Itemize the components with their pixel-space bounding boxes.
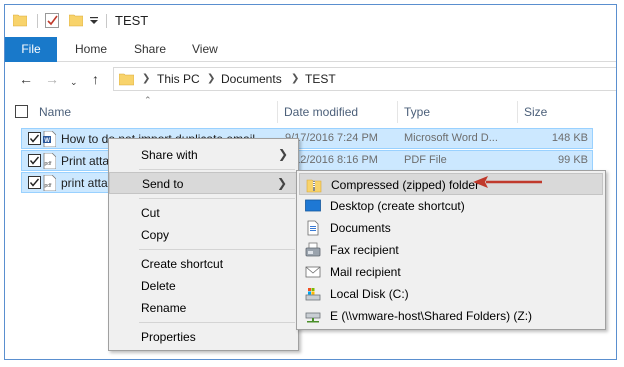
menu-item-label: Properties <box>141 330 196 344</box>
row-checkbox[interactable] <box>28 176 41 189</box>
svg-text:pdf: pdf <box>45 183 53 189</box>
menu-item-cut[interactable]: Cut <box>109 202 298 224</box>
file-name: print atta <box>61 176 108 190</box>
send-to-compressed-folder[interactable]: Compressed (zipped) folder <box>299 173 603 195</box>
forward-arrow-icon[interactable]: → <box>45 72 59 86</box>
svg-text:W: W <box>44 138 50 144</box>
context-menu: Share with ❯ Send to ❯ Cut Copy Create s… <box>108 138 299 351</box>
column-headers: ⌃ Name Date modified Type Size <box>5 95 616 125</box>
breadcrumb-chevron-icon[interactable]: ❯ <box>142 73 150 84</box>
send-to-local-disk[interactable]: Local Disk (C:) <box>299 283 603 305</box>
menu-item-send-to[interactable]: Send to ❯ <box>109 172 298 194</box>
column-header-type[interactable]: Type <box>404 105 430 119</box>
pdf-file-icon: pdf <box>43 175 56 191</box>
breadcrumb-documents[interactable]: Documents <box>221 72 282 86</box>
menu-item-copy[interactable]: Copy <box>109 224 298 246</box>
network-drive-icon <box>305 312 321 323</box>
menu-item-label: Create shortcut <box>141 257 224 271</box>
title-separator <box>106 14 107 28</box>
local-disk-icon <box>305 288 321 301</box>
customize-toolbar-dropdown-icon[interactable] <box>90 17 98 25</box>
menu-item-properties[interactable]: Properties <box>109 326 298 348</box>
table-row[interactable]: pdf Print atta 9/12/2016 8:16 PM PDF Fil… <box>21 150 593 171</box>
address-bar[interactable]: ❯ This PC ❯ Documents ❯ TEST <box>113 67 616 91</box>
submenu-item-label: Fax recipient <box>330 243 399 257</box>
mail-icon <box>305 266 321 278</box>
send-to-fax-recipient[interactable]: Fax recipient <box>299 239 603 261</box>
title-bar: TEST <box>5 5 616 37</box>
breadcrumb-chevron-icon[interactable]: ❯ <box>291 73 299 84</box>
breadcrumb-test[interactable]: TEST <box>305 72 336 86</box>
sort-ascending-icon: ⌃ <box>144 95 152 105</box>
submenu-arrow-icon: ❯ <box>277 147 288 161</box>
submenu-item-label: Desktop (create shortcut) <box>330 199 465 213</box>
table-row[interactable]: W How to do not import duplicate email 9… <box>21 128 593 149</box>
row-checkbox[interactable] <box>28 132 41 145</box>
row-checkbox[interactable] <box>28 154 41 167</box>
submenu-item-label: Mail recipient <box>330 265 401 279</box>
folder-icon <box>119 73 134 86</box>
column-divider[interactable] <box>277 101 278 123</box>
submenu-arrow-icon: ❯ <box>276 176 287 190</box>
send-to-desktop[interactable]: Desktop (create shortcut) <box>299 195 603 217</box>
column-divider[interactable] <box>517 101 518 123</box>
fax-icon <box>305 242 321 257</box>
menu-item-create-shortcut[interactable]: Create shortcut <box>109 253 298 275</box>
folder-icon <box>13 14 27 27</box>
address-row: ← → ⌄ ↑ ❯ This PC ❯ Documents ❯ TEST <box>5 65 616 93</box>
titlebar-separator <box>37 14 38 28</box>
column-header-size[interactable]: Size <box>524 105 547 119</box>
send-to-submenu: Compressed (zipped) folder Desktop (crea… <box>296 170 606 330</box>
menu-item-delete[interactable]: Delete <box>109 275 298 297</box>
menu-separator <box>139 249 295 250</box>
tab-file[interactable]: File <box>5 37 57 62</box>
new-folder-icon[interactable] <box>69 13 83 27</box>
select-all-checkbox[interactable] <box>15 105 28 118</box>
file-type: PDF File <box>404 154 447 166</box>
column-divider[interactable] <box>397 101 398 123</box>
tab-view[interactable]: View <box>192 37 218 62</box>
documents-icon <box>307 220 319 236</box>
svg-text:pdf: pdf <box>45 161 53 167</box>
menu-item-label: Rename <box>141 301 187 315</box>
window-title: TEST <box>115 13 149 28</box>
file-name: Print atta <box>61 154 110 168</box>
file-size: 148 KB <box>551 132 588 144</box>
recent-locations-chevron-icon[interactable]: ⌄ <box>70 75 78 89</box>
tab-share[interactable]: Share <box>134 37 166 62</box>
menu-item-label: Delete <box>141 279 176 293</box>
desktop-icon <box>305 199 321 212</box>
menu-item-rename[interactable]: Rename <box>109 297 298 319</box>
tab-home[interactable]: Home <box>75 37 107 62</box>
pdf-file-icon: pdf <box>43 153 56 169</box>
menu-item-label: Copy <box>141 228 170 242</box>
submenu-item-label: Documents <box>330 221 391 235</box>
menu-item-label: Share with <box>141 148 198 162</box>
submenu-item-label: Local Disk (C:) <box>330 287 409 301</box>
up-arrow-icon[interactable]: ↑ <box>92 72 99 86</box>
menu-separator <box>139 198 295 199</box>
zip-folder-icon <box>306 179 322 193</box>
breadcrumb-chevron-icon[interactable]: ❯ <box>207 73 215 84</box>
send-to-mail-recipient[interactable]: Mail recipient <box>299 261 603 283</box>
menu-separator <box>139 169 295 170</box>
menu-item-label: Send to <box>142 177 184 191</box>
send-to-network-drive[interactable]: E (\\vmware-host\Shared Folders) (Z:) <box>299 305 603 327</box>
file-type: Microsoft Word D... <box>404 132 498 144</box>
ribbon-tabs: File Home Share View <box>5 37 616 62</box>
send-to-documents[interactable]: Documents <box>299 217 603 239</box>
column-header-date-modified[interactable]: Date modified <box>284 105 358 119</box>
submenu-item-label: Compressed (zipped) folder <box>331 178 480 192</box>
menu-item-share-with[interactable]: Share with ❯ <box>109 144 298 166</box>
file-size: 99 KB <box>558 154 588 166</box>
submenu-item-label: E (\\vmware-host\Shared Folders) (Z:) <box>330 309 533 323</box>
properties-quick-access-icon[interactable] <box>45 13 59 28</box>
breadcrumb-this-pc[interactable]: This PC <box>157 72 200 86</box>
column-header-name[interactable]: Name <box>39 105 71 119</box>
back-arrow-icon[interactable]: ← <box>19 72 33 86</box>
menu-separator <box>139 322 295 323</box>
annotation-arrow-icon <box>473 176 542 188</box>
menu-item-label: Cut <box>141 206 160 220</box>
word-document-icon: W <box>43 131 56 147</box>
